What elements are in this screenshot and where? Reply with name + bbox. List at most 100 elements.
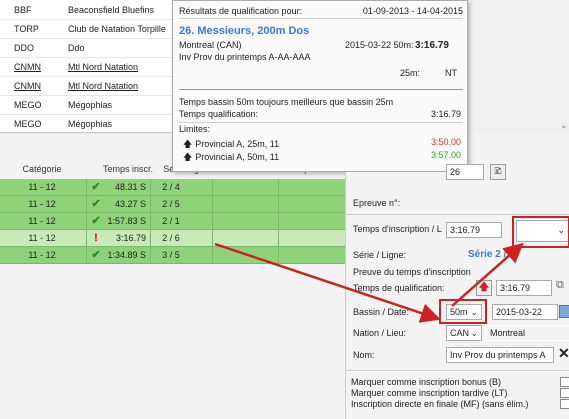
row-entry-time: 1:57.83 S (107, 216, 146, 226)
late-checkbox[interactable] (560, 388, 569, 398)
temps-field[interactable]: 3:16.79 (446, 222, 502, 238)
final-checkbox[interactable] (560, 399, 569, 409)
table-row[interactable]: 11 - 12 ✔ 43.27 S 2 / 5 (0, 196, 345, 213)
tooltip-heading: Résultats de qualification pour: (179, 6, 303, 16)
warning-icon: ! (94, 232, 98, 244)
row-category: 11 - 12 (28, 199, 56, 209)
club-code: MEGO (14, 100, 42, 110)
tooltip-note: Temps bassin 50m toujours meilleurs que … (179, 97, 394, 107)
column-divider (212, 230, 213, 246)
column-divider (86, 213, 87, 229)
date-field[interactable]: 2015-03-22 (492, 304, 558, 320)
check-icon: ✔ (91, 215, 101, 227)
row-category: 11 - 12 (28, 216, 56, 226)
tooltip-event: 26. Messieurs, 200m Dos (179, 25, 310, 37)
bonus-checkbox[interactable] (560, 377, 569, 387)
bassin-label: Bassin / Date: (353, 307, 410, 317)
tooltip-time-50m: 3:16.79 (415, 40, 449, 51)
column-divider (86, 179, 87, 195)
club-code: MEGO (14, 119, 42, 129)
epreuve-label: Epreuve n°: (353, 198, 401, 208)
tooltip-limit-1-value: 3:50.00 (431, 137, 462, 147)
club-row[interactable]: MEGO Mégophias (0, 115, 190, 134)
row-category: 11 - 12 (28, 182, 56, 192)
serie-value: Série 2 / 6 (468, 249, 515, 260)
club-row[interactable]: BBF Beaconsfield Bluefins (0, 1, 190, 20)
column-divider (278, 213, 279, 229)
row-entry-time: 1:34.89 S (107, 250, 146, 260)
row-entry-time: 3:16.79 (115, 233, 146, 243)
tooltip-date: 2015-03-22 50m: (345, 40, 414, 50)
qualification-tooltip: Résultats de qualification pour: 01-09-2… (172, 0, 468, 172)
column-divider (278, 179, 279, 195)
column-divider (150, 230, 151, 246)
column-divider (150, 196, 151, 212)
club-row[interactable]: DDO Ddo (0, 39, 190, 58)
tooltip-limit-2: 🡅 Provincial A, 50m, 11 (183, 150, 279, 166)
tooltip-header: Résultats de qualification pour: 01-09-2… (179, 6, 463, 19)
column-divider (86, 230, 87, 246)
highlight-box (439, 299, 487, 324)
table-row[interactable]: 11 - 12 ✔ 1:57.83 S 2 / 1 (0, 213, 345, 230)
column-divider (86, 196, 87, 212)
qual-field[interactable]: 3:16.79 (496, 280, 552, 296)
chk-bonus-label: Marquer comme inscription bonus (B) (351, 377, 502, 387)
epreuve-field[interactable]: 26 (446, 164, 484, 180)
nation-value: CAN (450, 328, 470, 338)
nation-select[interactable]: CAN ⌄ (446, 325, 482, 341)
tooltip-date-range: 01-09-2013 - 14-04-2015 (362, 6, 463, 16)
divider (346, 214, 569, 215)
tooltip-limits-label: Limites: (179, 124, 211, 134)
arrow-up-icon[interactable]: 🡅 (476, 280, 492, 296)
arrow-up-icon: 🡅 (183, 152, 193, 162)
row-category: 11 - 12 (28, 250, 56, 260)
club-row[interactable]: CNMN Mtl Nord Natation (0, 58, 190, 77)
header-category[interactable]: Catégorie (14, 162, 70, 177)
tooltip-divider-2 (179, 122, 463, 123)
check-icon: ✔ (91, 198, 101, 210)
row-heat-lane: 2 / 6 (162, 233, 180, 243)
divider (346, 370, 569, 371)
tooltip-divider (179, 89, 463, 90)
tooltip-limit-2-value: 3:57.00 (431, 150, 462, 160)
tooltip-qual-value: 3:16.79 (431, 109, 462, 119)
club-row[interactable]: MEGO Mégophias (0, 96, 190, 115)
nom-field[interactable]: Inv Prov du printemps A (446, 347, 554, 363)
tooltip-limit-1-text: Provincial A, 25m, 11 (195, 139, 280, 149)
table-row[interactable]: 11 - 12 ✔ 48.31 S 2 / 4 (0, 179, 345, 196)
tooltip-city: Montreal (CAN) (179, 40, 242, 50)
club-row[interactable]: CNMN Mtl Nord Natation (0, 77, 190, 96)
club-code: DDO (14, 43, 34, 53)
column-divider (150, 179, 151, 195)
nation-label: Nation / Lieu: (353, 328, 407, 338)
club-code: BBF (14, 5, 32, 15)
column-divider (212, 179, 213, 195)
column-divider (278, 230, 279, 246)
club-code: CNMN (14, 81, 41, 91)
header-entry-time[interactable]: Temps inscr. (96, 162, 160, 177)
chevron-down-icon[interactable]: ⌄ (560, 120, 568, 131)
clear-icon[interactable]: ✕ (558, 345, 569, 362)
entry-form: Epreuve n°: 26 🗈 Temps d'inscription / L… (345, 164, 569, 419)
row-heat-lane: 2 / 5 (162, 199, 180, 209)
temps-label: Temps d'inscription / L (353, 224, 442, 234)
top-right-panel (466, 0, 569, 133)
table-row[interactable]: 11 - 12 ✔ 1:34.89 S 3 / 5 (0, 247, 345, 264)
event-picker-icon[interactable]: 🗈 (490, 164, 506, 180)
copy-icon[interactable]: ⧉ (556, 279, 564, 292)
tooltip-qual-label: Temps qualification: (179, 109, 259, 119)
highlight-box (512, 216, 569, 248)
chk-final-label: Inscription directe en finale (MF) (sans… (351, 399, 529, 409)
row-entry-time: 43.27 S (114, 199, 146, 209)
table-row[interactable]: 11 - 12! 3:16.79 2 / 6 (0, 230, 345, 247)
club-row[interactable]: TORP Club de Natation Torpille (0, 20, 190, 39)
column-divider (212, 213, 213, 229)
lieu-field[interactable]: Montreal (486, 325, 569, 341)
tooltip-25m-time: NT (445, 68, 457, 78)
qual-label: Temps de qualification: (353, 283, 445, 293)
row-heat-lane: 2 / 1 (162, 216, 180, 226)
serie-label: Série / Ligne: (353, 250, 407, 260)
calendar-icon[interactable] (559, 305, 569, 318)
row-category: 11 - 12 (28, 233, 56, 243)
check-icon: ✔ (91, 249, 101, 261)
